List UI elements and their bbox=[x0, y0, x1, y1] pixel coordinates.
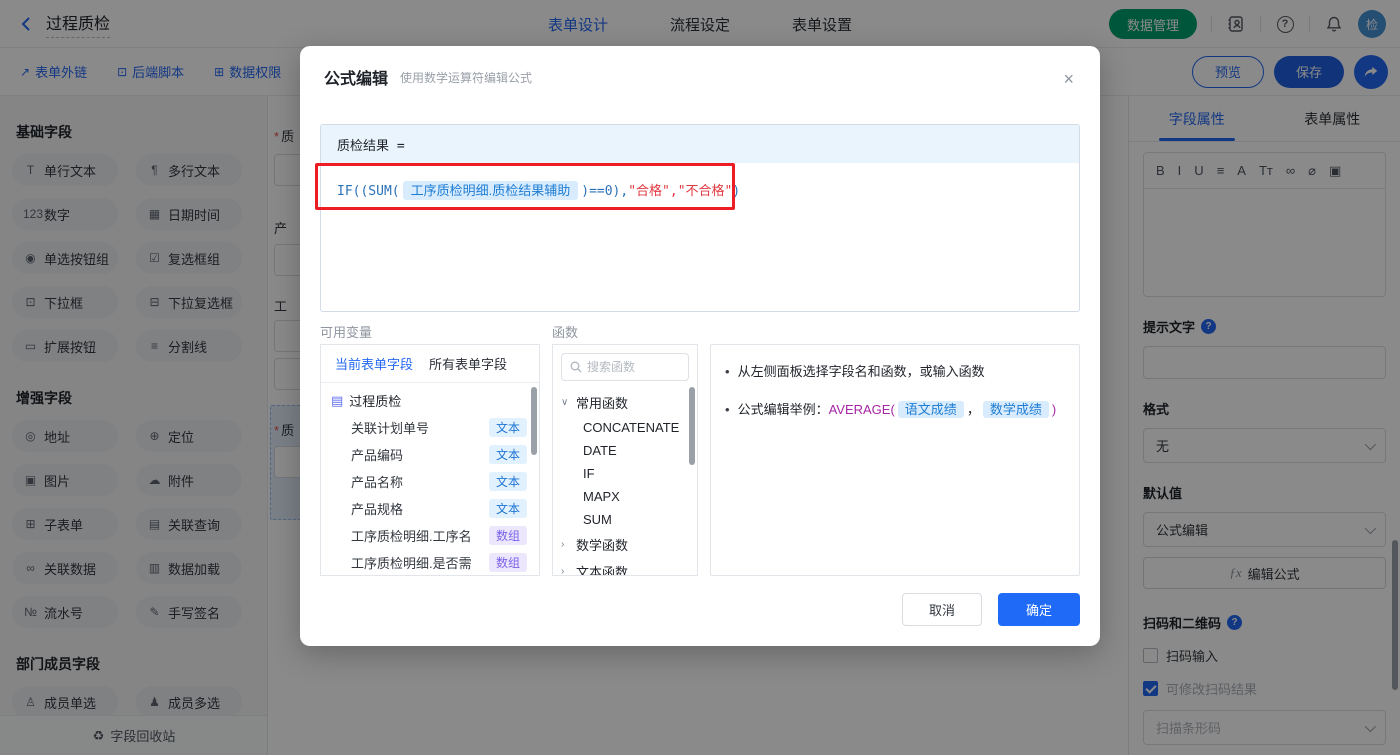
variables-panel: 当前表单字段 所有表单字段 ▤ 过程质检 关联计划单号 文本 产品编码 文本 产… bbox=[320, 344, 540, 576]
variable-row[interactable]: 工序质检明细.工序名称 数组 bbox=[321, 522, 539, 549]
formula-edit-modal: 公式编辑 使用数学运算符编辑公式 × 质检结果 = IF((SUM(工序质检明细… bbox=[300, 46, 1100, 646]
variable-row[interactable]: 产品编码 文本 bbox=[321, 441, 539, 468]
field-token[interactable]: 工序质检明细.质检结果辅助 bbox=[402, 181, 579, 200]
formula-string: "合格" bbox=[628, 184, 670, 199]
example-function-name: AVERAGE( bbox=[828, 402, 895, 417]
variables-list: 关联计划单号 文本 产品编码 文本 产品名称 文本 产品规格 文本 工序质检明细… bbox=[321, 414, 539, 575]
modal-title: 公式编辑 bbox=[324, 71, 389, 88]
function-group-math[interactable]: › 数学函数 bbox=[553, 531, 697, 558]
close-icon[interactable]: × bbox=[1063, 70, 1074, 88]
type-badge: 数组 bbox=[488, 526, 527, 545]
function-item[interactable]: CONCATENATE bbox=[553, 416, 697, 439]
functions-section-label: 函数 bbox=[552, 325, 579, 340]
function-item[interactable]: DATE bbox=[553, 439, 697, 462]
type-badge: 文本 bbox=[488, 499, 527, 518]
example-field-token: 语文成绩 bbox=[897, 401, 964, 418]
function-group-text[interactable]: › 文本函数 bbox=[553, 558, 697, 576]
variable-row[interactable]: 产品规格 文本 bbox=[321, 495, 539, 522]
variable-row[interactable]: 工序质检明细.是否需... 数组 bbox=[321, 549, 539, 575]
function-search[interactable] bbox=[561, 353, 689, 381]
function-list: CONCATENATE DATE IF MAPX SUM bbox=[553, 416, 697, 531]
type-badge: 文本 bbox=[488, 418, 527, 437]
function-item[interactable]: MAPX bbox=[553, 485, 697, 508]
variables-section-label: 可用变量 bbox=[320, 325, 373, 340]
bullet-icon: • bbox=[725, 402, 730, 417]
function-group-common[interactable]: ∨ 常用函数 bbox=[553, 389, 697, 416]
search-input[interactable] bbox=[587, 360, 677, 374]
scrollbar-thumb[interactable] bbox=[531, 387, 537, 455]
tab-current-form-fields[interactable]: 当前表单字段 bbox=[335, 354, 413, 373]
document-icon: ▤ bbox=[331, 392, 344, 408]
formula-expression[interactable]: IF((SUM(工序质检明细.质检结果辅助)==0),"合格","不合格") bbox=[321, 163, 1079, 216]
search-icon bbox=[570, 361, 582, 373]
modal-subtitle: 使用数学运算符编辑公式 bbox=[400, 70, 533, 85]
formula-editor[interactable]: 质检结果 = IF((SUM(工序质检明细.质检结果辅助)==0),"合格","… bbox=[320, 124, 1080, 312]
functions-panel: ∨ 常用函数 CONCATENATEDATEIFMAPXSUM › 数学函数 ›… bbox=[552, 344, 698, 576]
scrollbar-thumb[interactable] bbox=[689, 387, 695, 465]
cancel-button[interactable]: 取消 bbox=[902, 593, 982, 626]
form-tree-root[interactable]: ▤ 过程质检 bbox=[321, 383, 539, 414]
tab-all-form-fields[interactable]: 所有表单字段 bbox=[429, 354, 507, 373]
formula-target: 质检结果 = bbox=[321, 125, 1079, 163]
function-item[interactable]: IF bbox=[553, 462, 697, 485]
variable-row[interactable]: 产品名称 文本 bbox=[321, 468, 539, 495]
formula-code: IF((SUM( bbox=[337, 184, 400, 199]
type-badge: 文本 bbox=[488, 472, 527, 491]
bullet-icon: • bbox=[725, 364, 730, 379]
help-tip-2: 公式编辑举例：AVERAGE(语文成绩，数学成绩) bbox=[737, 401, 1057, 418]
variable-row[interactable]: 关联计划单号 文本 bbox=[321, 414, 539, 441]
formula-help-panel: • 从左侧面板选择字段名和函数，或输入函数 • 公式编辑举例：AVERAGE(语… bbox=[710, 344, 1080, 576]
type-badge: 文本 bbox=[488, 445, 527, 464]
help-tip-1: 从左侧面板选择字段名和函数，或输入函数 bbox=[737, 364, 985, 379]
caret-right-icon: › bbox=[561, 566, 565, 576]
confirm-button[interactable]: 确定 bbox=[998, 593, 1080, 626]
formula-string: "不合格" bbox=[677, 184, 733, 199]
type-badge: 数组 bbox=[488, 553, 527, 572]
example-field-token: 数学成绩 bbox=[982, 401, 1049, 418]
caret-down-icon: ∨ bbox=[561, 397, 569, 408]
function-item[interactable]: SUM bbox=[553, 508, 697, 531]
caret-right-icon: › bbox=[561, 539, 565, 550]
